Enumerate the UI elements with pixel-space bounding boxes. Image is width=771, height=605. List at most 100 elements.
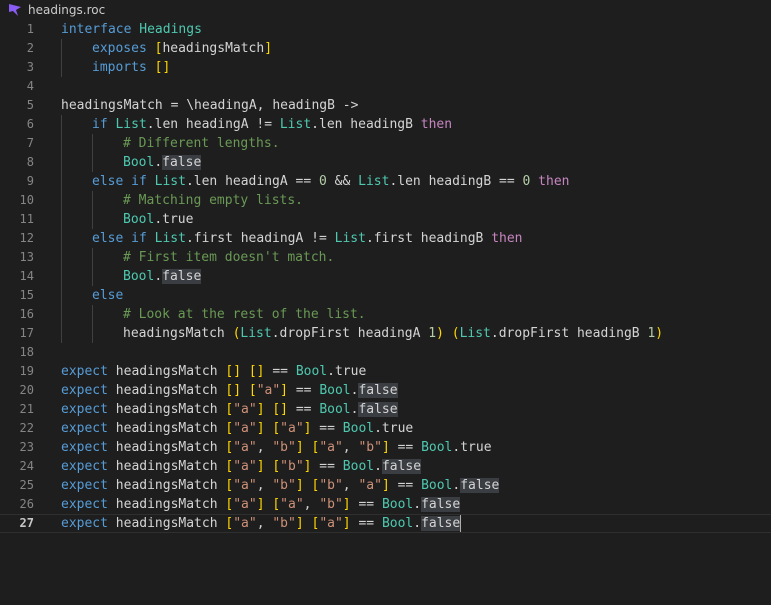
code-token: else bbox=[92, 288, 124, 303]
code-token: expect bbox=[61, 478, 108, 493]
code-token: Bool bbox=[319, 383, 351, 398]
indent-guide bbox=[61, 191, 62, 210]
code-token: headingsMatch bbox=[107, 497, 226, 512]
code-line[interactable]: 6 if List.len headingA != List.len headin… bbox=[0, 115, 771, 134]
file-tab[interactable]: headings.roc bbox=[8, 1, 105, 19]
code-token: Bool bbox=[342, 421, 375, 436]
code-line[interactable]: 21 expect headingsMatch ["a"] [] == Bool.… bbox=[0, 400, 771, 419]
code-token: Bool bbox=[421, 440, 453, 455]
code-token: ] bbox=[256, 402, 265, 417]
code-token: false bbox=[421, 516, 461, 531]
code-token: then bbox=[538, 174, 570, 189]
line-code: expect headingsMatch ["a"] ["a"] == Bool… bbox=[61, 419, 413, 438]
line-number: 25 bbox=[19, 478, 34, 492]
code-line[interactable]: 25 expect headingsMatch ["a", "b"] ["b", … bbox=[0, 476, 771, 495]
text-cursor bbox=[460, 515, 462, 532]
code-token: List bbox=[240, 326, 272, 341]
code-line[interactable]: 7 # Different lengths. bbox=[0, 134, 771, 153]
line-code: headingsMatch = \headingA, headingB -> bbox=[61, 96, 358, 115]
code-token: . bbox=[374, 459, 382, 474]
code-line[interactable]: 23 expect headingsMatch ["a", "b"] ["a", … bbox=[0, 438, 771, 457]
code-line[interactable]: 11 Bool.true bbox=[0, 210, 771, 229]
indent-guide bbox=[61, 210, 62, 229]
code-line[interactable]: 8 Bool.false bbox=[0, 153, 771, 172]
line-number: 22 bbox=[19, 421, 34, 435]
line-number: 27 bbox=[19, 516, 34, 530]
code-lines[interactable]: 1 interface Headings 2 exposes [headingsMat… bbox=[0, 20, 771, 533]
line-number: 26 bbox=[19, 497, 34, 511]
indent-guide bbox=[92, 248, 93, 267]
code-line[interactable]: 15 else bbox=[0, 286, 771, 305]
line-number: 1 bbox=[26, 22, 34, 36]
code-token: , bbox=[342, 478, 359, 493]
tab-filename: headings.roc bbox=[28, 3, 106, 17]
code-token: expect bbox=[61, 516, 108, 531]
indent-guide bbox=[61, 305, 62, 324]
line-code: headingsMatch (List.dropFirst headingA 1… bbox=[123, 324, 663, 343]
code-token: . bbox=[413, 516, 422, 531]
code-line[interactable]: 16 # Look at the rest of the list. bbox=[0, 305, 771, 324]
code-token: == bbox=[311, 421, 343, 436]
code-editor[interactable]: headings.roc 1 interface Headings 2 exposes… bbox=[0, 0, 771, 605]
code-line[interactable]: 5 headingsMatch = \headingA, headingB -> bbox=[0, 96, 771, 115]
code-line[interactable]: 14 Bool.false bbox=[0, 267, 771, 286]
code-line[interactable]: 17 headingsMatch (List.dropFirst headingA… bbox=[0, 324, 771, 343]
indent-guide bbox=[61, 58, 62, 77]
code-token: exposes bbox=[92, 41, 147, 56]
code-token: ] bbox=[264, 41, 273, 56]
line-code: # Look at the rest of the list. bbox=[123, 305, 366, 324]
code-token: ] bbox=[295, 478, 304, 493]
code-token: "a" bbox=[233, 402, 257, 417]
code-line[interactable]: 2 exposes [headingsMatch] bbox=[0, 39, 771, 58]
code-token: [] bbox=[225, 383, 242, 398]
code-token: interface bbox=[61, 22, 132, 37]
code-token: 0 bbox=[319, 174, 327, 189]
code-line[interactable]: 27 expect headingsMatch ["a", "b"] ["a"] … bbox=[0, 514, 771, 533]
code-token: , bbox=[303, 497, 320, 512]
line-number: 2 bbox=[26, 41, 34, 55]
code-line[interactable]: 10 # Matching empty lists. bbox=[0, 191, 771, 210]
code-token: false bbox=[381, 459, 422, 474]
code-line[interactable]: 22 expect headingsMatch ["a"] ["a"] == Bo… bbox=[0, 419, 771, 438]
code-token: == bbox=[288, 383, 320, 398]
code-token: [ bbox=[272, 459, 281, 474]
code-line[interactable]: 3 imports [] bbox=[0, 58, 771, 77]
line-code: expect headingsMatch ["a", "b"] ["a"] ==… bbox=[61, 514, 462, 533]
code-token: headingsMatch bbox=[107, 402, 226, 417]
indent-guide bbox=[61, 248, 62, 267]
code-token: # Different lengths. bbox=[123, 136, 280, 151]
code-token: headingsMatch bbox=[107, 459, 226, 474]
code-line[interactable]: 18 bbox=[0, 343, 771, 362]
code-token: List bbox=[459, 326, 491, 341]
code-token: Bool bbox=[319, 402, 351, 417]
code-line[interactable]: 19 expect headingsMatch [] [] == Bool.tru… bbox=[0, 362, 771, 381]
code-token: Bool bbox=[342, 459, 375, 474]
line-code: expect headingsMatch ["a"] ["a", "b"] ==… bbox=[61, 495, 461, 514]
code-line[interactable]: 13 # First item doesn't match. bbox=[0, 248, 771, 267]
code-line[interactable]: 24 expect headingsMatch ["a"] ["b"] == Bo… bbox=[0, 457, 771, 476]
code-token: [ bbox=[272, 497, 281, 512]
code-token: false bbox=[421, 497, 461, 512]
line-code: # First item doesn't match. bbox=[123, 248, 334, 267]
code-token: == bbox=[389, 440, 422, 455]
code-line[interactable]: 12 else if List.first headingA != List.fi… bbox=[0, 229, 771, 248]
code-token: else if bbox=[92, 231, 147, 246]
code-line[interactable]: 9 else if List.len headingA == 0 && List.… bbox=[0, 172, 771, 191]
code-line[interactable]: 20 expect headingsMatch [] ["a"] == Bool.… bbox=[0, 381, 771, 400]
indent-guide bbox=[92, 134, 93, 153]
code-line[interactable]: 26 expect headingsMatch ["a"] ["a", "b"] … bbox=[0, 495, 771, 514]
line-number: 4 bbox=[26, 79, 34, 93]
code-line[interactable]: 4 bbox=[0, 77, 771, 96]
line-number: 8 bbox=[26, 155, 34, 169]
code-token: List bbox=[334, 231, 366, 246]
code-token: , bbox=[256, 516, 273, 531]
code-line[interactable]: 1 interface Headings bbox=[0, 20, 771, 39]
line-number: 16 bbox=[19, 307, 34, 321]
code-token: Bool bbox=[123, 155, 155, 170]
code-token: ] bbox=[381, 440, 390, 455]
